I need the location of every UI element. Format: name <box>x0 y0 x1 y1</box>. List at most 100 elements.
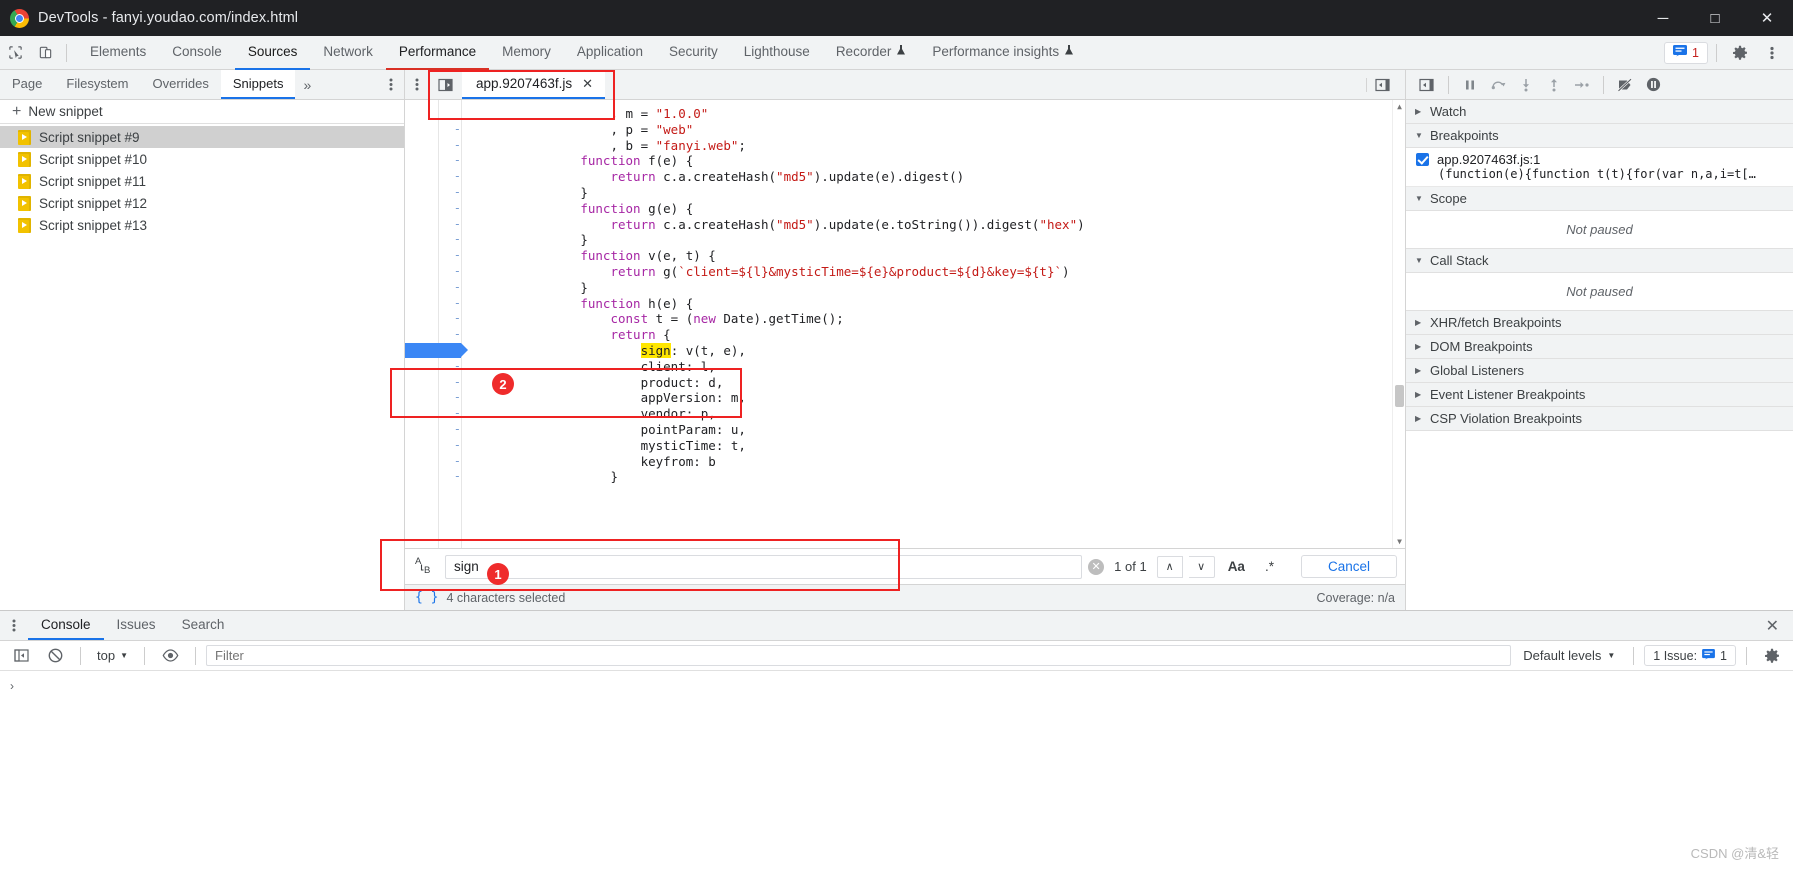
code-line[interactable]: return c.a.createHash("md5").update(e.to… <box>475 217 1405 233</box>
breakpoint-checkbox[interactable] <box>1416 153 1429 166</box>
pause-on-exceptions-icon[interactable] <box>1640 73 1666 97</box>
drawer-tab-console[interactable]: Console <box>28 611 104 640</box>
tab-sources[interactable]: Sources <box>234 36 311 70</box>
line-marker[interactable]: - <box>439 153 461 169</box>
line-marker[interactable]: - <box>439 469 461 485</box>
step-over-icon[interactable] <box>1485 73 1511 97</box>
drawer-tab-issues[interactable]: Issues <box>104 611 169 640</box>
issues-badge[interactable]: 1 <box>1664 41 1708 64</box>
editor-kebab-icon[interactable] <box>405 70 429 99</box>
line-marker[interactable]: - <box>439 185 461 201</box>
clear-console-icon[interactable] <box>40 642 70 670</box>
code-line[interactable]: return { <box>475 327 1405 343</box>
line-marker[interactable]: - <box>439 296 461 312</box>
toggle-navigator-icon[interactable] <box>429 70 462 99</box>
console-context-selector[interactable]: top ▼ <box>91 648 134 663</box>
line-marker[interactable]: - <box>439 390 461 406</box>
code-line[interactable]: product: d, <box>475 375 1405 391</box>
code-line[interactable]: } <box>475 280 1405 296</box>
tab-lighthouse[interactable]: Lighthouse <box>731 36 823 70</box>
section-breakpoints[interactable]: ▼ Breakpoints <box>1406 124 1793 148</box>
nav-tab-overrides[interactable]: Overrides <box>141 70 221 99</box>
code-line[interactable]: } <box>475 185 1405 201</box>
section-event-listener-breakpoints[interactable]: ▶ Event Listener Breakpoints <box>1406 383 1793 407</box>
tab-network[interactable]: Network <box>310 36 386 70</box>
code-line[interactable]: const t = (new Date).getTime(); <box>475 311 1405 327</box>
match-case-button[interactable]: Aa <box>1221 559 1252 574</box>
section-xhr-fetch-breakpoints[interactable]: ▶ XHR/fetch Breakpoints <box>1406 311 1793 335</box>
line-marker[interactable]: - <box>439 359 461 375</box>
nav-tab-filesystem[interactable]: Filesystem <box>54 70 140 99</box>
line-marker[interactable]: - <box>439 438 461 454</box>
section-dom-breakpoints[interactable]: ▶ DOM Breakpoints <box>1406 335 1793 359</box>
code-line[interactable]: } <box>475 469 1405 485</box>
code-editor[interactable]: ----------------------- , m = "1.0.0" , … <box>405 100 1405 548</box>
line-marker[interactable]: - <box>439 217 461 233</box>
tab-memory[interactable]: Memory <box>489 36 564 70</box>
step-into-icon[interactable] <box>1513 73 1539 97</box>
line-marker[interactable]: - <box>439 280 461 296</box>
drawer-kebab-icon[interactable] <box>0 611 28 640</box>
code-line[interactable]: mysticTime: t, <box>475 438 1405 454</box>
step-icon[interactable] <box>1569 73 1595 97</box>
inspect-element-icon[interactable] <box>0 39 30 67</box>
device-toolbar-icon[interactable] <box>30 39 60 67</box>
nav-tab-page[interactable]: Page <box>0 70 54 99</box>
regex-button[interactable]: .* <box>1258 559 1281 574</box>
scroll-down-arrow[interactable]: ▼ <box>1393 535 1405 548</box>
code-content[interactable]: , m = "1.0.0" , p = "web" , b = "fanyi.w… <box>461 100 1405 548</box>
line-marker[interactable]: - <box>439 248 461 264</box>
console-output-area[interactable]: › <box>0 671 1793 870</box>
show-debugger-panel-icon[interactable] <box>1414 73 1440 97</box>
console-settings-gear-icon[interactable] <box>1757 642 1787 670</box>
tab-performance[interactable]: Performance <box>385 36 490 70</box>
list-item[interactable]: Script snippet #11 <box>0 170 404 192</box>
line-marker[interactable]: - <box>439 122 461 138</box>
code-line[interactable]: sign: v(t, e), <box>475 342 1405 359</box>
live-expression-eye-icon[interactable] <box>155 642 185 670</box>
code-line[interactable]: function v(e, t) { <box>475 248 1405 264</box>
code-line[interactable]: function f(e) { <box>475 153 1405 169</box>
section-call-stack[interactable]: ▼ Call Stack <box>1406 249 1793 273</box>
code-line[interactable]: , m = "1.0.0" <box>475 106 1405 122</box>
close-button[interactable]: ✕ <box>1741 0 1793 36</box>
line-marker[interactable]: - <box>439 311 461 327</box>
code-line[interactable]: } <box>475 232 1405 248</box>
list-item[interactable]: Script snippet #10 <box>0 148 404 170</box>
section-global-listeners[interactable]: ▶ Global Listeners <box>1406 359 1793 383</box>
list-item[interactable]: Script snippet #9 <box>0 126 404 148</box>
settings-gear-icon[interactable] <box>1725 39 1755 67</box>
list-item[interactable]: Script snippet #13 <box>0 214 404 236</box>
code-line[interactable]: , p = "web" <box>475 122 1405 138</box>
line-number-gutter[interactable]: ----------------------- <box>439 100 461 548</box>
maximize-button[interactable]: □ <box>1689 0 1741 36</box>
code-line[interactable]: , b = "fanyi.web"; <box>475 138 1405 154</box>
editor-vertical-scrollbar[interactable]: ▲ ▼ <box>1392 100 1405 548</box>
console-log-levels-selector[interactable]: Default levels ▼ <box>1515 648 1623 663</box>
pretty-print-icon[interactable]: { } <box>415 590 438 605</box>
line-marker[interactable]: - <box>439 375 461 391</box>
code-line[interactable]: client: l, <box>475 359 1405 375</box>
line-marker[interactable]: - <box>439 264 461 280</box>
line-marker[interactable]: - <box>439 138 461 154</box>
line-marker[interactable]: - <box>439 454 461 470</box>
code-line[interactable]: keyfrom: b <box>475 454 1405 470</box>
code-line[interactable]: return c.a.createHash("md5").update(e).d… <box>475 169 1405 185</box>
show-navigator-right-icon[interactable] <box>1366 77 1399 92</box>
line-marker[interactable]: - <box>439 169 461 185</box>
more-options-kebab-icon[interactable] <box>1757 39 1787 67</box>
nav-more-tabs-icon[interactable]: » <box>295 70 319 99</box>
search-replace-icon[interactable]: AB <box>413 554 439 580</box>
minimize-button[interactable]: ─ <box>1637 0 1689 36</box>
line-marker[interactable]: - <box>439 232 461 248</box>
scrollbar-thumb[interactable] <box>1395 385 1404 407</box>
navigator-kebab-icon[interactable] <box>378 70 404 99</box>
line-marker[interactable]: - <box>439 327 461 343</box>
code-line[interactable]: appVersion: m, <box>475 390 1405 406</box>
breakpoint-item[interactable]: app.9207463f.js:1 (function(e){function … <box>1406 148 1793 187</box>
search-input[interactable] <box>445 554 1083 579</box>
list-item[interactable]: Script snippet #12 <box>0 192 404 214</box>
code-line[interactable]: return g(`client=${l}&mysticTime=${e}&pr… <box>475 264 1405 280</box>
clear-search-icon[interactable]: ✕ <box>1088 558 1105 575</box>
console-issues-chip[interactable]: 1 Issue: 1 <box>1644 645 1736 666</box>
